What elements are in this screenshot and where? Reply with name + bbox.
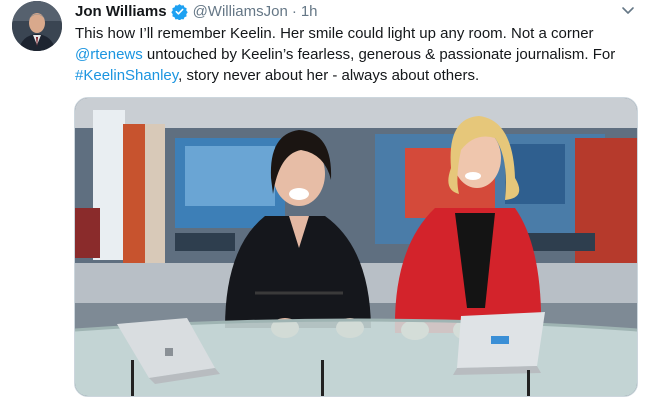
tweet-text-part: This how I’ll remember Keelin. Her smile… (75, 25, 594, 42)
hashtag-link[interactable]: #KeelinShanley (75, 67, 178, 84)
tweet-text-part: , story never about her - always about o… (178, 67, 480, 84)
tweet[interactable]: Jon Williams @WilliamsJon · 1h This how … (0, 0, 650, 402)
mention-link[interactable]: @rtenews (75, 46, 143, 63)
avatar[interactable] (12, 1, 62, 51)
tweet-text: This how I’ll remember Keelin. Her smile… (75, 23, 640, 86)
tweet-text-part: untouched by Keelin’s fearless, generous… (142, 46, 616, 63)
tweet-header: Jon Williams @WilliamsJon · 1h (75, 0, 318, 22)
verified-badge-icon (170, 3, 188, 20)
author-name[interactable]: Jon Williams (75, 3, 167, 20)
author-handle[interactable]: @WilliamsJon (193, 3, 288, 20)
timestamp[interactable]: 1h (301, 3, 318, 20)
chevron-down-icon[interactable] (620, 2, 636, 18)
tweet-photo[interactable] (74, 97, 638, 397)
separator-dot: · (291, 2, 297, 20)
